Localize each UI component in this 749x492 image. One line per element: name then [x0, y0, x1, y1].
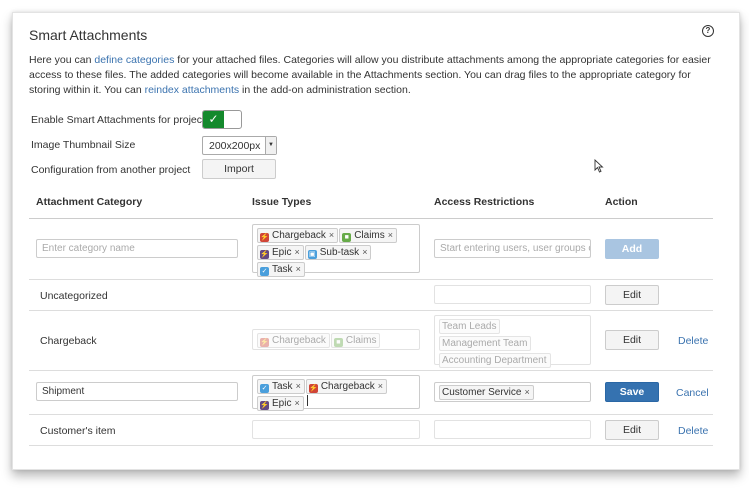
import-button[interactable]: Import: [202, 159, 276, 179]
remove-icon[interactable]: ×: [329, 230, 334, 240]
config-label: Configuration from another project: [31, 164, 191, 176]
chargeback-icon: ⚡: [260, 233, 269, 242]
tag-claims: ■ Claims ×: [339, 228, 398, 243]
tag-chargeback: ⚡ Chargeback ×: [257, 228, 339, 243]
access-input[interactable]: Start entering users, user groups o: [434, 239, 591, 258]
divider: [29, 310, 713, 311]
header-category: Attachment Category: [36, 196, 143, 208]
remove-icon[interactable]: ×: [362, 247, 367, 257]
category-name: Uncategorized: [40, 290, 108, 302]
tag-task: ✓ Task ×: [257, 379, 305, 394]
description: Here you can define categories for your …: [29, 53, 719, 98]
remove-icon[interactable]: ×: [524, 387, 529, 397]
claims-icon: ■: [333, 338, 343, 347]
access-select[interactable]: Customer Service ×: [434, 382, 591, 402]
epic-icon: ⚡: [260, 250, 269, 259]
delete-link[interactable]: Delete: [678, 335, 708, 347]
remove-icon[interactable]: ×: [378, 381, 383, 391]
category-name: Chargeback: [40, 335, 97, 347]
add-button[interactable]: Add: [605, 239, 659, 259]
tag-epic: ⚡ Epic ×: [257, 396, 304, 411]
tag-chargeback: ⚡ Chargeback: [257, 333, 330, 348]
header-access: Access Restrictions: [434, 196, 535, 208]
task-icon: ✓: [260, 267, 269, 276]
chargeback-icon: ⚡: [308, 384, 318, 393]
access-tag: Customer Service ×: [439, 385, 534, 400]
edit-button[interactable]: Edit: [605, 330, 659, 350]
category-name-input[interactable]: Enter category name: [36, 239, 238, 258]
category-name-input[interactable]: Shipment: [36, 382, 238, 401]
tag-subtask: ▣ Sub-task ×: [304, 245, 372, 260]
issue-types-field: [252, 420, 420, 439]
issue-types-select[interactable]: ✓ Task × ⚡ Chargeback × ⚡ Epic ×: [252, 375, 420, 411]
issue-types-select[interactable]: ⚡ Chargeback × ■ Claims × ⚡ Epic × ▣ Sub-task × ✓ T…: [252, 224, 420, 277]
tag-chargeback: ⚡ Chargeback ×: [305, 379, 388, 394]
thumbnail-size-label: Image Thumbnail Size: [31, 139, 136, 151]
divider: [29, 370, 713, 371]
page-title: Smart Attachments: [29, 27, 148, 43]
access-tag: Team Leads: [439, 319, 501, 334]
description-text: Here you can: [29, 54, 95, 66]
edit-button[interactable]: Edit: [605, 420, 659, 440]
category-name: Customer's item: [40, 425, 116, 437]
cancel-link[interactable]: Cancel: [676, 387, 709, 399]
save-button[interactable]: Save: [605, 382, 659, 402]
check-icon: ✓: [203, 111, 224, 128]
chevron-down-icon: ▼: [265, 137, 276, 154]
header-action: Action: [605, 196, 638, 208]
divider: [29, 218, 713, 219]
divider: [29, 445, 713, 446]
access-tag: Management Team: [439, 336, 532, 351]
remove-icon[interactable]: ×: [296, 264, 301, 274]
remove-icon[interactable]: ×: [294, 247, 299, 257]
text-caret: [306, 395, 308, 406]
delete-link[interactable]: Delete: [678, 425, 708, 437]
tag-claims: ■ Claims: [330, 333, 381, 348]
access-list: Team Leads Management Team Accounting De…: [434, 315, 591, 368]
header-issue-types: Issue Types: [252, 196, 312, 208]
thumbnail-size-value: 200x200px: [209, 140, 261, 152]
issue-types-field: ⚡ Chargeback ■ Claims: [252, 329, 420, 350]
tag-epic: ⚡ Epic ×: [257, 245, 304, 260]
edit-button[interactable]: Edit: [605, 285, 659, 305]
subtask-icon: ▣: [307, 250, 317, 259]
description-text: in the add-on administration section.: [239, 84, 411, 96]
claims-icon: ■: [342, 233, 352, 242]
task-icon: ✓: [260, 384, 269, 393]
remove-icon[interactable]: ×: [296, 381, 301, 391]
thumbnail-size-select[interactable]: 200x200px ▼: [202, 136, 277, 155]
define-categories-link[interactable]: define categories: [94, 54, 174, 66]
divider: [29, 414, 713, 415]
enable-label: Enable Smart Attachments for project: [31, 114, 205, 126]
access-field: [434, 420, 591, 439]
chargeback-icon: ⚡: [260, 338, 269, 347]
epic-icon: ⚡: [260, 401, 269, 410]
access-field[interactable]: [434, 285, 591, 304]
enable-toggle[interactable]: ✓: [202, 110, 242, 129]
help-icon[interactable]: ?: [702, 25, 714, 37]
remove-icon[interactable]: ×: [388, 230, 393, 240]
divider: [29, 279, 713, 280]
access-tag: Accounting Department: [439, 353, 551, 368]
tag-task: ✓ Task ×: [257, 262, 305, 277]
reindex-attachments-link[interactable]: reindex attachments: [145, 84, 240, 96]
remove-icon[interactable]: ×: [294, 398, 299, 408]
mouse-cursor-icon: [594, 159, 604, 173]
